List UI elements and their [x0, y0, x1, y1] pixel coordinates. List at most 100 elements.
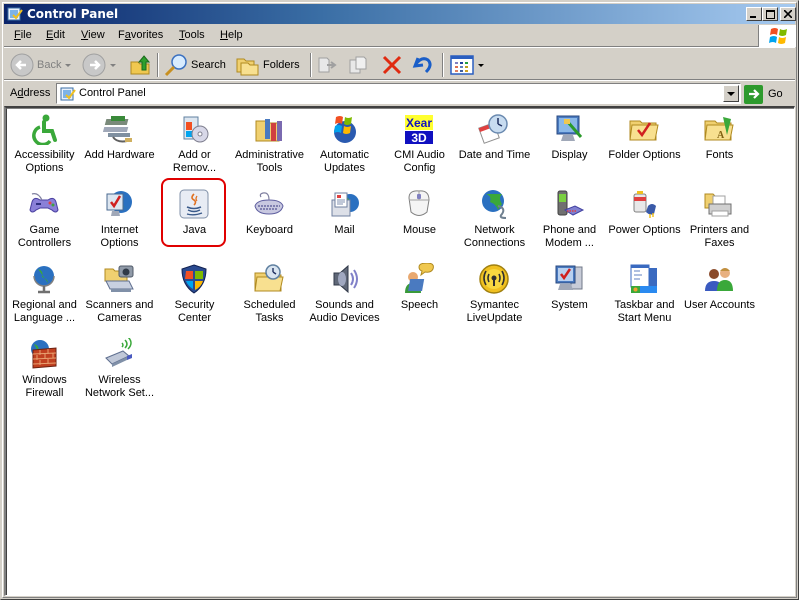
control-panel-item-taskbar-start-menu[interactable]: Taskbar and Start Menu — [607, 259, 682, 329]
folders-button[interactable]: Folders — [236, 52, 300, 78]
power-options-icon — [633, 191, 656, 218]
item-label: Add or Remov... — [155, 149, 234, 175]
control-panel-item-symantec-liveupdate[interactable]: Symantec LiveUpdate — [457, 259, 532, 329]
up-button[interactable] — [130, 52, 152, 78]
item-label-line1: Symantec — [470, 299, 519, 311]
regional-language-icon — [33, 266, 55, 294]
maximize-button[interactable] — [762, 7, 778, 21]
windows-logo-icon — [769, 28, 787, 44]
control-panel-item-game-controllers[interactable]: Game Controllers — [7, 184, 82, 254]
views-button[interactable] — [450, 52, 484, 78]
item-label-line1: Wireless — [98, 374, 141, 386]
menu-favorites[interactable]: Favorites — [118, 29, 163, 41]
views-dropdown-icon[interactable] — [478, 63, 484, 67]
folders-label: Folders — [263, 59, 300, 71]
item-label: Printers and Faxes — [680, 224, 759, 250]
item-label: Speech — [380, 299, 459, 312]
java-icon — [179, 189, 209, 219]
item-label: Folder Options — [605, 149, 684, 162]
control-panel-item-security-center[interactable]: Security Center — [157, 259, 232, 329]
control-panel-icon — [60, 87, 76, 101]
automatic-updates-icon — [334, 116, 356, 143]
title-bar[interactable]: Control Panel — [4, 4, 796, 24]
control-panel-item-add-remove-programs[interactable]: Add or Remov... — [157, 109, 232, 179]
item-label-line2: Center — [177, 312, 212, 324]
menu-help-accel: H — [220, 29, 228, 41]
control-panel-item-date-time[interactable]: Date and Time — [457, 109, 532, 179]
menu-tools[interactable]: Tools — [179, 29, 205, 41]
control-panel-item-accessibility[interactable]: Accessibility Options — [7, 109, 82, 179]
control-panel-item-regional-language[interactable]: Regional and Language ... — [7, 259, 82, 329]
control-panel-item-printers-faxes[interactable]: Printers and Faxes — [682, 184, 757, 254]
copy-to-button[interactable] — [348, 52, 370, 78]
control-panel-item-user-accounts[interactable]: User Accounts — [682, 259, 757, 329]
menu-view[interactable]: View — [81, 29, 105, 41]
item-label: Date and Time — [455, 149, 534, 162]
go-button[interactable]: Go — [744, 84, 783, 104]
printers-faxes-icon — [704, 193, 732, 217]
address-label-rest: dress — [23, 87, 51, 99]
search-button[interactable]: Search — [164, 52, 226, 78]
standard-toolbar: Back Search Folders — [4, 49, 795, 81]
back-button[interactable]: Back — [10, 52, 72, 78]
item-label-line2: Controllers — [17, 237, 72, 249]
menu-file[interactable]: File — [14, 29, 32, 41]
control-panel-item-folder-options[interactable]: Folder Options — [607, 109, 682, 179]
control-panel-item-java[interactable]: Java — [157, 184, 232, 254]
address-input[interactable]: Control Panel — [56, 83, 741, 104]
item-label: Taskbar and Start Menu — [605, 299, 684, 325]
forward-icon — [82, 53, 106, 77]
close-icon — [784, 10, 792, 18]
address-dropdown-button[interactable] — [723, 85, 739, 102]
game-controllers-icon — [29, 193, 59, 213]
item-label-line2: Start Menu — [617, 312, 672, 324]
control-panel-item-scanners-cameras[interactable]: Scanners and Cameras — [82, 259, 157, 329]
control-panel-item-automatic-updates[interactable]: Automatic Updates — [307, 109, 382, 179]
control-panel-item-keyboard[interactable]: Keyboard — [232, 184, 307, 254]
maximize-icon — [765, 9, 775, 19]
scanners-cameras-icon — [104, 265, 134, 292]
control-panel-item-windows-firewall[interactable]: Windows Firewall — [7, 334, 82, 404]
forward-dropdown-icon[interactable] — [110, 63, 116, 67]
delete-button[interactable] — [381, 52, 403, 78]
undo-button[interactable] — [412, 52, 434, 78]
control-panel-item-display[interactable]: Display — [532, 109, 607, 179]
control-panel-item-wireless-network[interactable]: Wireless Network Set... — [82, 334, 157, 404]
menu-favorites-rest: vorites — [130, 29, 164, 41]
keyboard-icon — [254, 192, 284, 215]
control-panel-item-administrative-tools[interactable]: Administrative Tools — [232, 109, 307, 179]
control-panel-item-phone-modem[interactable]: Phone and Modem ... — [532, 184, 607, 254]
control-panel-item-cmi-audio[interactable]: Xear 3D CMI Audio Config — [382, 109, 457, 179]
item-label-line2: Modem ... — [545, 237, 594, 249]
control-panel-item-system[interactable]: System — [532, 259, 607, 329]
control-panel-item-scheduled-tasks[interactable]: Scheduled Tasks — [232, 259, 307, 329]
back-dropdown-icon[interactable] — [65, 63, 72, 67]
control-panel-item-power-options[interactable]: Power Options — [607, 184, 682, 254]
up-folder-icon — [130, 55, 151, 75]
control-panel-item-mouse[interactable]: Mouse — [382, 184, 457, 254]
control-panel-item-fonts[interactable]: A Fonts — [682, 109, 757, 179]
control-panel-item-mail[interactable]: Mail — [307, 184, 382, 254]
item-label-line1: Speech — [400, 299, 439, 311]
move-to-button[interactable] — [317, 52, 339, 78]
fonts-icon: A — [704, 117, 734, 141]
address-bar: Address Control Panel Go — [4, 82, 795, 105]
close-button[interactable] — [780, 7, 796, 21]
internet-options-icon — [106, 191, 132, 216]
menu-edit[interactable]: Edit — [46, 29, 65, 41]
go-label: Go — [768, 88, 783, 100]
item-label-line1: Regional and — [12, 299, 77, 311]
control-panel-item-add-hardware[interactable]: Add Hardware — [82, 109, 157, 179]
control-panel-item-speech[interactable]: Speech — [382, 259, 457, 329]
menu-help[interactable]: Help — [220, 29, 243, 41]
control-panel-item-sounds-audio[interactable]: Sounds and Audio Devices — [307, 259, 382, 329]
network-connections-icon — [482, 190, 507, 219]
minimize-button[interactable] — [746, 7, 762, 21]
control-panel-item-network-connections[interactable]: Network Connections — [457, 184, 532, 254]
window-title: Control Panel — [27, 7, 119, 21]
item-label-line2: Firewall — [25, 387, 64, 399]
control-panel-item-internet-options[interactable]: Internet Options — [82, 184, 157, 254]
menu-file-accel: F — [14, 29, 21, 41]
forward-button[interactable] — [82, 52, 116, 78]
item-label: Scheduled Tasks — [230, 299, 309, 325]
